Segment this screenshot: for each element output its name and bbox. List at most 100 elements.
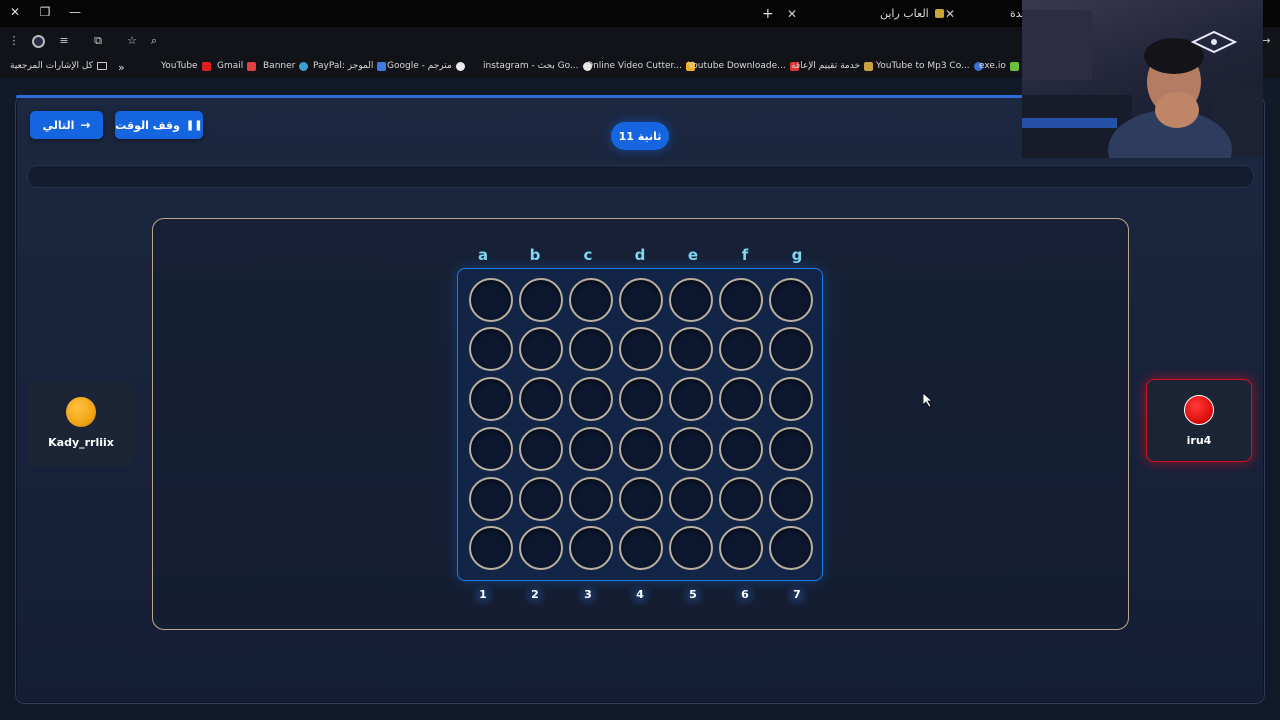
grid-cell[interactable] (769, 526, 813, 570)
arrow-right-icon: → (80, 118, 91, 132)
grid-cell[interactable] (769, 427, 813, 471)
bookmark-video-cutter[interactable]: Online Video Cutter... (586, 61, 696, 71)
grid-cell[interactable] (619, 377, 663, 421)
grid-cell[interactable] (469, 278, 513, 322)
grid-cell[interactable] (619, 427, 663, 471)
bookmark-yt-mp3[interactable]: YouTube to Mp3 Co... (876, 61, 983, 71)
media-controls-icon[interactable]: ≡ (56, 33, 72, 49)
column-number-6[interactable]: 6 (733, 584, 757, 606)
column-label-d: d (634, 246, 646, 264)
player-right-name: iru4 (1186, 434, 1212, 447)
grid-cell[interactable] (469, 526, 513, 570)
grid-cell[interactable] (519, 526, 563, 570)
star-bookmark-icon[interactable]: ☆ (124, 33, 140, 49)
column-number-3[interactable]: 3 (576, 584, 600, 606)
bookmark-youtube-downloader[interactable]: Youtube Downloade... (688, 61, 799, 71)
service-icon (864, 61, 874, 71)
grid-cell[interactable] (619, 477, 663, 521)
grid-cell[interactable] (769, 278, 813, 322)
grid-cell[interactable] (569, 526, 613, 570)
extensions-icon[interactable]: ⧉ (90, 33, 106, 49)
tab-close-icon-active[interactable]: ✕ (943, 0, 957, 27)
bookmark-gmail[interactable]: Gmail (217, 61, 257, 71)
exe-io-icon (1009, 61, 1019, 71)
next-button[interactable]: التالي → (30, 111, 103, 139)
grid-cell[interactable] (669, 327, 713, 371)
bookmark-label: exe.io (979, 61, 1006, 71)
grid-cell[interactable] (619, 278, 663, 322)
grid-cell[interactable] (519, 377, 563, 421)
zoom-icon[interactable]: ⌕ (146, 33, 162, 49)
column-label-b: b (529, 246, 541, 264)
grid-cell[interactable] (469, 327, 513, 371)
grid-cell[interactable] (769, 377, 813, 421)
tab-games[interactable]: العاب راين (880, 0, 944, 27)
player-left-card: Kady_rrliix (27, 382, 135, 466)
grid-cell[interactable] (769, 477, 813, 521)
grid-cell[interactable] (669, 377, 713, 421)
grid-cell[interactable] (569, 278, 613, 322)
more-bookmarks-chevron-icon[interactable]: » (118, 61, 125, 74)
grid-cell[interactable] (519, 327, 563, 371)
grid-cell[interactable] (469, 477, 513, 521)
grid-cell[interactable] (669, 278, 713, 322)
grid-cell[interactable] (569, 377, 613, 421)
bookmark-disability-service[interactable]: خدمة تقييم الإعاقة (791, 61, 874, 71)
grid-cell[interactable] (619, 327, 663, 371)
grid-cell[interactable] (619, 526, 663, 570)
grid-cell[interactable] (469, 377, 513, 421)
menu-dots-icon[interactable]: ⋮ (6, 33, 22, 49)
grid-cell[interactable] (719, 278, 763, 322)
new-tab-button[interactable]: + (762, 0, 774, 27)
grid-cell[interactable] (569, 427, 613, 471)
close-window-icon[interactable]: ✕ (6, 5, 24, 21)
grid-cell[interactable] (569, 477, 613, 521)
timer-progress-bar (27, 165, 1254, 188)
tab-close-icon[interactable]: ✕ (785, 0, 799, 27)
bookmark-label: Banner (263, 61, 296, 71)
bookmark-all-folder[interactable]: كل الإشارات المرجعية (10, 61, 107, 71)
profile-icon[interactable] (30, 33, 46, 49)
restore-window-icon[interactable]: ❐ (36, 5, 54, 21)
grid-cell[interactable] (769, 327, 813, 371)
grid-cell[interactable] (669, 526, 713, 570)
bookmark-banner[interactable]: Banner (263, 61, 309, 71)
grid-cell[interactable] (669, 477, 713, 521)
grid-cell[interactable] (719, 427, 763, 471)
grid-cell[interactable] (519, 427, 563, 471)
grid-cell[interactable] (719, 526, 763, 570)
bookmark-label: Gmail (217, 61, 244, 71)
folder-icon (96, 62, 107, 70)
webcam-overlay (1022, 0, 1263, 158)
pause-icon: ❚❚ (185, 119, 203, 131)
bookmark-youtube[interactable]: YouTube (161, 61, 211, 71)
column-number-5[interactable]: 5 (681, 584, 705, 606)
bookmark-exe-io[interactable]: exe.io (979, 61, 1019, 71)
bookmark-paypal[interactable]: PayPal: الموجز (313, 61, 387, 71)
bookmark-label: YouTube to Mp3 Co... (876, 61, 970, 71)
grid-cell[interactable] (719, 377, 763, 421)
bookmark-instagram-search[interactable]: instagram - بحث Go... (483, 61, 592, 71)
grid-cell[interactable] (469, 427, 513, 471)
pause-time-button[interactable]: وقف الوقت ❚❚ (115, 111, 203, 139)
grid-cell[interactable] (519, 278, 563, 322)
paypal-icon (377, 61, 387, 71)
grid-cell[interactable] (719, 327, 763, 371)
column-number-1[interactable]: 1 (471, 584, 495, 606)
minimize-window-icon[interactable]: — (66, 5, 84, 21)
bookmark-label: كل الإشارات المرجعية (10, 61, 93, 71)
column-number-7[interactable]: 7 (785, 584, 809, 606)
grid-cell[interactable] (519, 477, 563, 521)
column-number-4[interactable]: 4 (628, 584, 652, 606)
grid-cell[interactable] (719, 477, 763, 521)
grid-cell[interactable] (569, 327, 613, 371)
panel-top-accent (16, 95, 1036, 98)
player-right-disc (1184, 395, 1214, 425)
banner-icon (299, 61, 309, 71)
bookmark-label: خدمة تقييم الإعاقة (791, 61, 861, 71)
bookmark-label: Youtube Downloade... (688, 61, 786, 71)
grid-cell[interactable] (669, 427, 713, 471)
player-right-card-active: iru4 (1146, 379, 1252, 462)
column-number-2[interactable]: 2 (523, 584, 547, 606)
bookmark-google-translate[interactable]: Google - مترجم (387, 61, 465, 71)
